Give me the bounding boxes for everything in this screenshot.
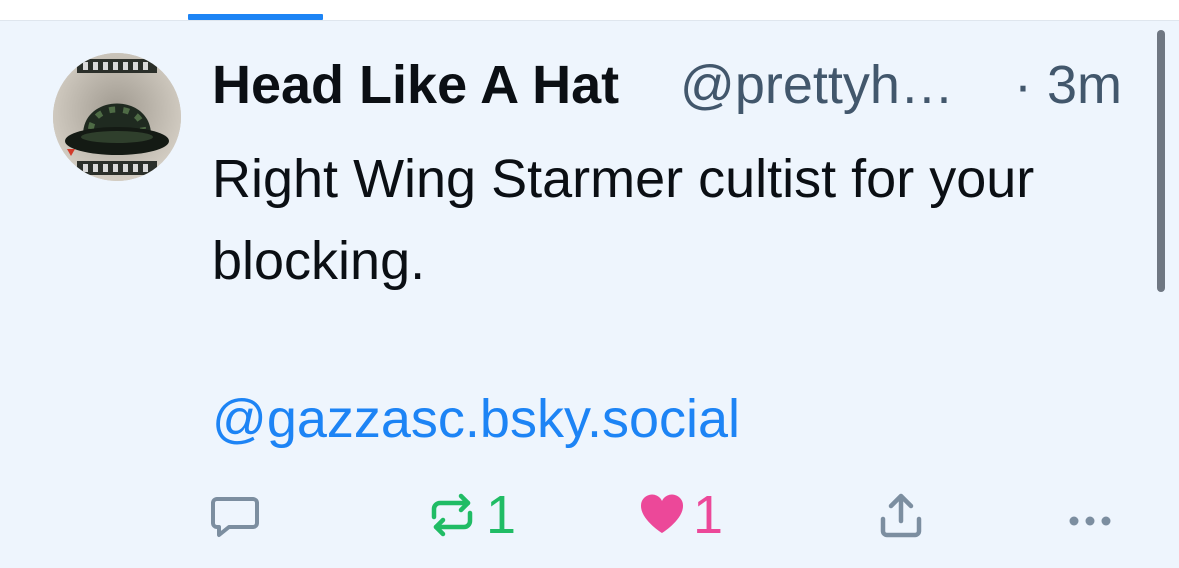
heart-icon bbox=[640, 494, 684, 533]
top-tab-bar bbox=[0, 0, 1179, 21]
time-ago: 3m bbox=[1047, 55, 1123, 115]
time-separator: · bbox=[1014, 55, 1032, 115]
author-handle[interactable]: @prettyh… bbox=[680, 52, 982, 118]
more-icon bbox=[1069, 516, 1111, 526]
more-options-button[interactable] bbox=[1064, 480, 1116, 550]
like-count: 1 bbox=[693, 485, 724, 545]
like-button[interactable]: 1 bbox=[637, 480, 723, 550]
author-display-name[interactable]: Head Like A Hat bbox=[212, 52, 619, 118]
active-tab-indicator bbox=[188, 14, 323, 20]
share-icon bbox=[880, 493, 922, 538]
post-timestamp[interactable]: · 3m bbox=[1014, 52, 1122, 118]
share-button[interactable] bbox=[876, 480, 926, 550]
scrollbar[interactable] bbox=[1157, 30, 1165, 292]
mention-link[interactable]: @gazzasc.bsky.social bbox=[212, 384, 740, 454]
repost-count: 1 bbox=[486, 485, 517, 545]
avatar[interactable] bbox=[53, 53, 181, 181]
reply-button[interactable] bbox=[207, 480, 269, 550]
post-action-bar: 1 1 bbox=[0, 480, 1179, 550]
repost-icon bbox=[431, 493, 473, 537]
post-body-text: Right Wing Starmer cultist for your bloc… bbox=[212, 149, 1035, 291]
reply-icon bbox=[211, 497, 259, 537]
post-header: Head Like A Hat @prettyh… · 3m bbox=[212, 52, 1142, 118]
bowler-hat-avatar-icon bbox=[53, 53, 181, 181]
repost-button[interactable]: 1 bbox=[424, 480, 516, 550]
